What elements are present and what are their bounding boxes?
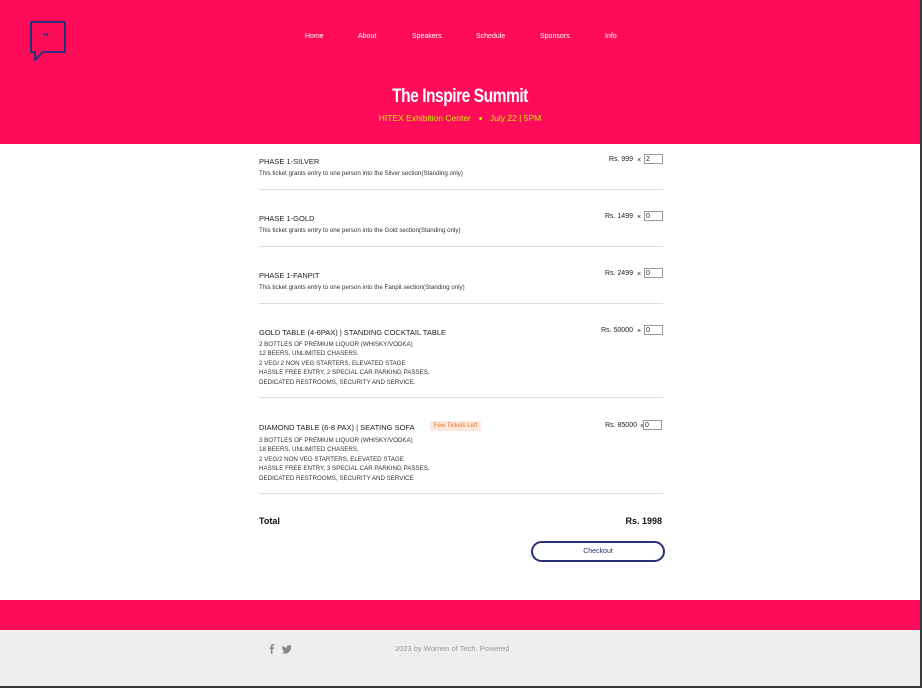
ticket-price: Rs. 85000: [605, 422, 637, 429]
quantity-input-gold-table[interactable]: [644, 325, 663, 335]
page: ” Home About Speakers Schedule Sponsors …: [0, 0, 920, 686]
quantity-input-gold[interactable]: [644, 211, 663, 221]
nav-sponsors[interactable]: Sponsors: [540, 33, 570, 40]
nav-home[interactable]: Home: [305, 33, 324, 40]
ticket-row-gold-table: GOLD TABLE (4-6PAX) | STANDING COCKTAIL …: [259, 325, 663, 398]
ticket-price: Rs. 2499: [604, 270, 633, 277]
ticket-row-fanpit: PHASE 1-FANPIT This ticket grants entry …: [259, 268, 663, 304]
nav-speakers[interactable]: Speakers: [412, 33, 442, 40]
ticket-description: This ticket grants entry to one person i…: [259, 170, 463, 177]
copyright-text: 2023 by Women of Tech. Powered: [395, 644, 510, 653]
total-value: Rs. 1998: [625, 516, 662, 526]
total-label: Total: [259, 516, 280, 526]
header: ” Home About Speakers Schedule Sponsors …: [0, 0, 920, 144]
multiply-sign: ×: [637, 328, 642, 335]
event-date: July 22 | 5PM: [489, 113, 542, 123]
event-venue: HITEX Exhibition Center: [378, 113, 471, 123]
event-subtitle: HITEX Exhibition Center July 22 | 5PM: [0, 113, 920, 123]
facebook-icon[interactable]: [267, 644, 277, 654]
ticket-name: PHASE 1-SILVER: [259, 157, 320, 166]
ticket-name: PHASE 1-FANPIT: [259, 271, 320, 280]
ticket-row-diamond-table: DIAMOND TABLE (6-8 PAX) | SEATING SOFA F…: [259, 420, 663, 494]
event-title: The Inspire Summit: [392, 86, 528, 107]
footer-band: [0, 600, 920, 630]
ticket-price: Rs. 50000: [601, 327, 633, 334]
ticket-name: PHASE 1-GOLD: [259, 214, 315, 223]
twitter-icon[interactable]: [282, 644, 292, 654]
quantity-input-diamond-table[interactable]: [643, 420, 662, 430]
nav-schedule[interactable]: Schedule: [476, 33, 505, 40]
ticket-name: GOLD TABLE (4-6PAX) | STANDING COCKTAIL …: [259, 328, 446, 337]
ticket-description: This ticket grants entry to one person i…: [259, 284, 465, 291]
ticket-description: This ticket grants entry to one person i…: [259, 227, 461, 234]
ticket-description: 2 BOTTLES OF PREMIUM LIQUOR (WHISKY/VODK…: [259, 341, 430, 386]
nav-about[interactable]: About: [358, 33, 376, 40]
multiply-sign: ×: [637, 271, 642, 278]
ticket-price: Rs. 1499: [604, 213, 633, 220]
ticket-description: 3 BOTTLES OF PREMIUM LIQUOR (WHISKY/VODK…: [259, 437, 430, 482]
quantity-input-fanpit[interactable]: [644, 268, 663, 278]
ticket-row-gold: PHASE 1-GOLD This ticket grants entry to…: [259, 211, 663, 247]
multiply-sign: ×: [637, 157, 642, 164]
quantity-input-silver[interactable]: [644, 154, 663, 164]
ticket-row-silver: PHASE 1-SILVER This ticket grants entry …: [259, 154, 663, 190]
nav-info[interactable]: Info: [605, 33, 617, 40]
multiply-sign: ×: [637, 214, 642, 221]
main-nav: Home About Speakers Schedule Sponsors In…: [0, 33, 920, 45]
few-tickets-badge: Few Tickets Left: [430, 421, 482, 431]
ticket-price: Rs. 999: [608, 156, 633, 163]
ticket-name: DIAMOND TABLE (6-8 PAX) | SEATING SOFA: [259, 423, 415, 432]
separator-dot: [478, 117, 482, 121]
checkout-button[interactable]: Checkout: [531, 541, 665, 562]
footer: [0, 630, 920, 686]
